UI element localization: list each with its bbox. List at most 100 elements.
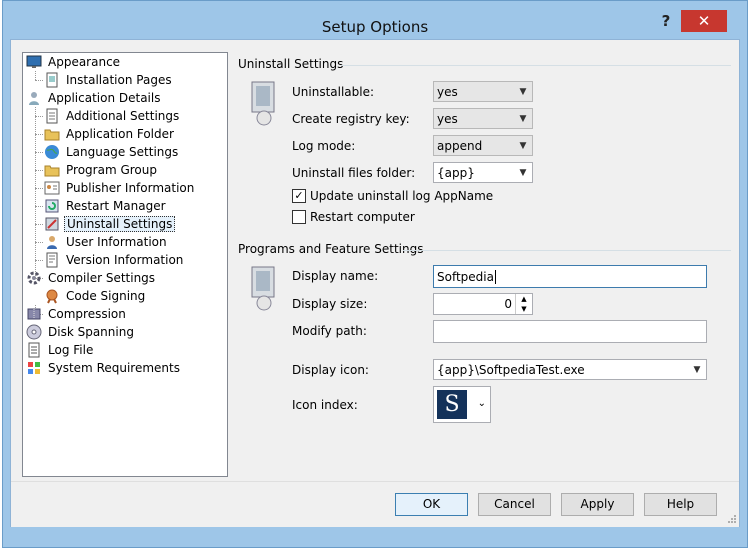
tree-item-label: Compiler Settings — [48, 271, 156, 285]
tree-item-version-information[interactable]: Version Information — [44, 251, 185, 269]
chevron-down-icon: ⌄ — [477, 398, 486, 409]
chevron-down-icon: ▼ — [693, 364, 701, 375]
display-icon-value: {app}\SoftpediaTest.exe — [437, 362, 585, 377]
close-icon[interactable]: ✕ — [681, 10, 727, 32]
chevron-down-icon: ▼ — [519, 167, 527, 178]
create-registry-key-select[interactable]: yes ▼ — [433, 108, 533, 129]
tree-item-label: Language Settings — [66, 145, 179, 159]
display-icon-select[interactable]: {app}\SoftpediaTest.exe ▼ — [433, 359, 707, 380]
version-icon — [46, 252, 58, 268]
display-name-input[interactable]: Softpedia — [433, 265, 707, 288]
restart-computer-checkbox[interactable]: Restart computer — [292, 210, 415, 224]
compression-icon — [27, 308, 41, 320]
tree-item-appearance[interactable]: Appearance — [26, 53, 122, 71]
restart-computer-label: Restart computer — [310, 210, 415, 224]
programs-package-icon — [251, 266, 275, 311]
window-title: Setup Options — [321, 18, 429, 36]
group-divider — [403, 250, 731, 251]
restart-icon — [45, 199, 59, 213]
tree-item-disk-spanning[interactable]: Disk Spanning — [26, 323, 136, 341]
chevron-down-icon: ▼ — [519, 113, 527, 124]
tree-item-additional-settings[interactable]: Additional Settings — [44, 107, 181, 125]
chevron-down-icon: ▼ — [519, 140, 527, 151]
tree-item-compression[interactable]: Compression — [26, 305, 128, 323]
tree-item-log-file[interactable]: Log File — [26, 341, 95, 359]
tree-item-publisher-information[interactable]: Publisher Information — [44, 179, 196, 197]
tree-item-label: Program Group — [66, 163, 157, 177]
tree-item-label: Application Details — [48, 91, 161, 105]
tree-item-label: Code Signing — [66, 289, 146, 303]
tree-item-language-settings[interactable]: Language Settings — [44, 143, 180, 161]
tree-item-uninstall-settings[interactable]: Uninstall Settings — [44, 215, 176, 233]
display-size-label: Display size: — [292, 297, 368, 311]
cancel-button[interactable]: Cancel — [478, 493, 551, 516]
user-icon — [29, 92, 39, 105]
uninstall-files-folder-select[interactable]: {app} ▼ — [433, 162, 533, 183]
icon-index-select[interactable]: S ⌄ — [433, 386, 491, 423]
modify-path-label: Modify path: — [292, 324, 367, 338]
spinner-buttons[interactable]: ▲ ▼ — [515, 294, 532, 314]
update-uninstall-log-checkbox[interactable]: ✓ Update uninstall log AppName — [292, 189, 493, 203]
update-uninstall-log-label: Update uninstall log AppName — [310, 189, 494, 203]
tree-item-code-signing[interactable]: Code Signing — [44, 287, 147, 305]
publisher-icon — [44, 181, 60, 195]
tree-item-restart-manager[interactable]: Restart Manager — [44, 197, 168, 215]
uninstall-package-icon — [251, 81, 275, 126]
tree-item-label: Compression — [48, 307, 126, 321]
uninstall-files-folder-value: {app} — [437, 165, 475, 180]
spin-down-icon[interactable]: ▼ — [516, 304, 532, 314]
setup-options-window: Setup Options ? ✕ Appearance Installatio… — [2, 0, 748, 548]
monitor-icon — [26, 55, 42, 68]
tree-item-installation-pages[interactable]: Installation Pages — [44, 71, 174, 89]
tree-item-application-folder[interactable]: Application Folder — [44, 125, 176, 143]
tree-item-label: Uninstall Settings — [64, 216, 176, 232]
apply-button[interactable]: Apply — [561, 493, 634, 516]
gear-icon — [27, 271, 41, 285]
tree-item-program-group[interactable]: Program Group — [44, 161, 159, 179]
log-mode-select[interactable]: append ▼ — [433, 135, 533, 156]
display-name-label: Display name: — [292, 269, 379, 283]
tree-item-application-details[interactable]: Application Details — [26, 89, 162, 107]
folder-icon — [44, 129, 60, 141]
text-caret — [494, 269, 496, 284]
log-icon — [28, 342, 40, 358]
uninstallable-label: Uninstallable: — [292, 85, 375, 99]
help-icon[interactable]: ? — [653, 12, 679, 32]
uninstallable-select[interactable]: yes ▼ — [433, 81, 533, 102]
tree-item-system-requirements[interactable]: System Requirements — [26, 359, 182, 377]
disk-icon — [26, 324, 42, 340]
tree-item-compiler-settings[interactable]: Compiler Settings — [26, 269, 157, 287]
log-mode-value: append — [437, 138, 483, 153]
resize-grip-icon[interactable] — [727, 514, 737, 524]
tree-item-label: Version Information — [66, 253, 184, 267]
log-mode-label: Log mode: — [292, 139, 356, 153]
settings-tree[interactable]: Appearance Installation Pages Applicatio… — [22, 52, 228, 477]
uninstall-settings-group-title: Uninstall Settings — [238, 57, 344, 71]
tree-item-label: User Information — [66, 235, 167, 249]
uninstall-icon — [45, 217, 59, 231]
page-icon — [46, 72, 58, 88]
group-divider — [341, 65, 731, 66]
ok-button[interactable]: OK — [395, 493, 468, 516]
create-registry-key-value: yes — [437, 111, 458, 126]
title-bar[interactable]: Setup Options ? ✕ — [3, 1, 747, 39]
checkbox-checked-icon: ✓ — [292, 189, 306, 203]
tree-item-label: System Requirements — [48, 361, 180, 375]
display-name-value: Softpedia — [437, 269, 494, 284]
checkbox-unchecked-icon — [292, 210, 306, 224]
help-button[interactable]: Help — [644, 493, 717, 516]
folder-icon — [44, 165, 60, 177]
tree-item-label: Log File — [48, 343, 94, 357]
tree-item-label: Publisher Information — [66, 181, 195, 195]
display-size-spinner[interactable]: 0 ▲ ▼ — [433, 293, 533, 315]
tree-item-label: Installation Pages — [66, 73, 172, 87]
certificate-icon — [46, 289, 58, 304]
tree-item-user-information[interactable]: User Information — [44, 233, 169, 251]
modify-path-input[interactable] — [433, 320, 707, 343]
tree-item-label: Appearance — [48, 55, 121, 69]
user-icon — [47, 236, 57, 249]
spin-up-icon[interactable]: ▲ — [516, 294, 532, 304]
uninstallable-value: yes — [437, 84, 458, 99]
programs-feature-settings-group-title: Programs and Feature Settings — [238, 242, 424, 256]
softpedia-s-icon: S — [437, 390, 467, 419]
